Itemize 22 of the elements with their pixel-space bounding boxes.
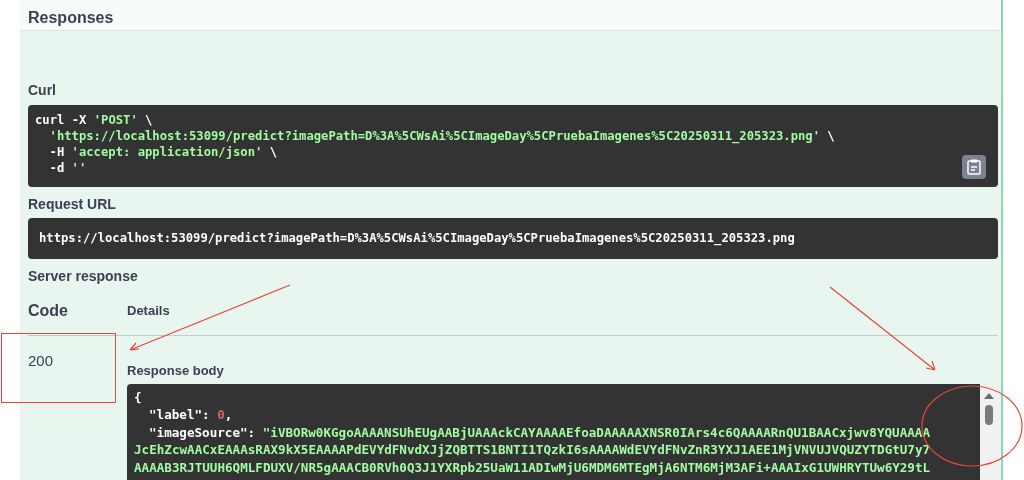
json-line: "label": 0, bbox=[149, 406, 233, 424]
scroll-up-icon[interactable] bbox=[984, 392, 994, 399]
json-line: JcEhZcwAACxEAAAsRAX9kX5EAAAAPdEVYdFNvdXJjZQBTTS1BNTI1TQzkI6sAAAAWdEVYdFNvZnR3YXJ1AEE1MjVNVUJVQUZYTDGtU7y7 bbox=[134, 441, 931, 459]
scroll-thumb[interactable] bbox=[985, 404, 993, 425]
copy-button[interactable] bbox=[962, 155, 986, 179]
code-line: -H 'accept: application/json' \ bbox=[49, 144, 278, 160]
url-block: https://localhost:53099/predict?imagePath=D%3A%5CWsAi%5CImageDay%5CPruebaImagenes%5C20250311_205323.png bbox=[28, 218, 998, 259]
json-line: { bbox=[134, 388, 142, 406]
clipboard-icon bbox=[967, 159, 981, 175]
section-title: Responses bbox=[28, 9, 114, 26]
code-line: 'https://localhost:53099/predict?imagePath=D%3A%5CWsAi%5CImageDay%5CPruebaImagenes%5C20250311_205323.png' \ bbox=[49, 128, 835, 144]
json-line: AAAAB3RJTUUH6QMLFDUXV/NR5gAAACB0RVh0Q3J1YXRpb25UaW11ADIwMjU6MDM6MTEgMjA6NTM6MjM3AFi+AAAIxG1UWHRYTUw6Y29tL bbox=[134, 458, 931, 476]
code-line: -d '' bbox=[49, 160, 87, 176]
code-line: curl -X 'POST' \ bbox=[35, 112, 153, 128]
column-header: Code bbox=[28, 301, 69, 321]
response-body-label: Response body bbox=[127, 362, 225, 380]
curl-label: Curl bbox=[28, 81, 57, 99]
column-header: Details bbox=[127, 302, 170, 320]
scrollbar[interactable] bbox=[980, 383, 998, 480]
request-url-label: Request URL bbox=[28, 195, 117, 213]
server-response-label: Server response bbox=[28, 267, 139, 285]
status-code: 200 bbox=[28, 352, 54, 369]
